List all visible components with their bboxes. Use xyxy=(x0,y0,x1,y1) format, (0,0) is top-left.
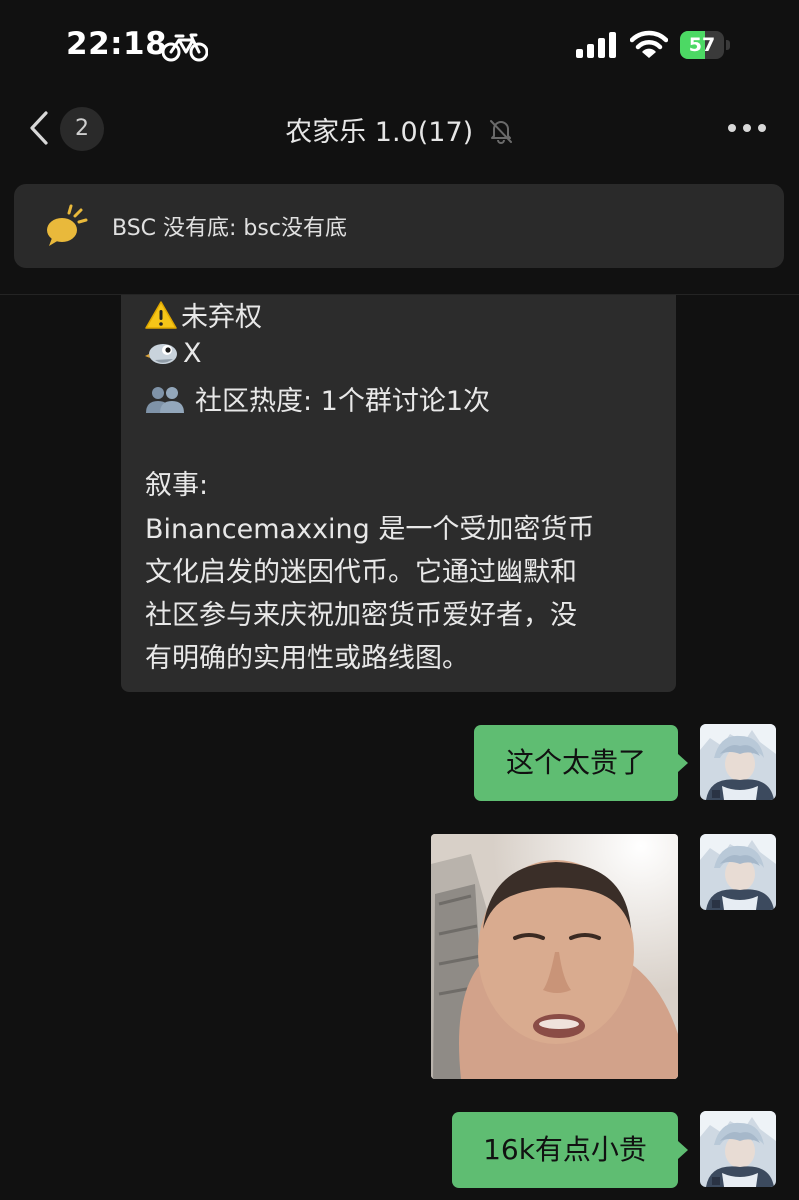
message-line: X xyxy=(145,338,202,369)
avatar-image xyxy=(700,724,776,800)
battery-level: 57 xyxy=(688,34,716,56)
pinned-message-bar[interactable]: BSC 没有底: bsc没有底 xyxy=(14,184,784,268)
avatar-image xyxy=(700,834,776,910)
avatar[interactable] xyxy=(700,834,776,910)
bubble-tail xyxy=(678,1141,688,1159)
message-line: 社区热度: 1个群讨论1次 xyxy=(145,379,490,418)
message-line: 叙事: xyxy=(145,470,209,501)
message-line: 未弃权 xyxy=(145,295,262,334)
message-line: Binancemaxxing 是一个受加密货币 xyxy=(145,514,595,545)
chat-header: 2 农家乐 1.0(17) xyxy=(0,92,799,168)
wifi-icon xyxy=(630,30,668,58)
bird-emoji xyxy=(145,344,177,364)
photo-image xyxy=(431,834,678,1079)
cellular-signal-icon xyxy=(576,32,616,58)
sent-message-bubble[interactable]: 16k有点小贵 xyxy=(452,1112,678,1188)
selfie-photo[interactable] xyxy=(431,834,678,1079)
pinned-message-text: BSC 没有底: bsc没有底 xyxy=(112,216,347,241)
status-bar: 22:18 57 xyxy=(0,0,799,92)
people-emoji xyxy=(146,387,184,413)
avatar-image xyxy=(700,1111,776,1187)
sent-message-bubble[interactable]: 这个太贵了 xyxy=(474,725,678,801)
battery-charging-icon: 57 xyxy=(680,31,732,59)
status-time: 22:18 xyxy=(66,26,168,62)
announcement-speaker-icon xyxy=(47,204,88,246)
avatar[interactable] xyxy=(700,724,776,800)
chat-title-text: 农家乐 1.0(17) xyxy=(285,117,474,148)
avatar[interactable] xyxy=(700,1111,776,1187)
bubble-tail xyxy=(678,754,688,772)
message-line: 文化启发的迷因代币。它通过幽默和 xyxy=(145,557,577,588)
more-dots-icon[interactable] xyxy=(726,122,768,134)
bicycle-icon xyxy=(162,33,208,62)
warning-emoji xyxy=(145,301,177,329)
chat-title[interactable]: 农家乐 1.0(17) xyxy=(0,110,799,149)
received-message-bubble[interactable]: 未弃权 X 社区热度: 1个群讨论1次 叙事: Binancemaxxing 是… xyxy=(121,295,676,692)
message-line: 社区参与来庆祝加密货币爱好者，没 xyxy=(145,600,577,631)
message-line: 有明确的实用性或路线图。 xyxy=(145,643,469,674)
mute-bell-icon xyxy=(489,120,512,144)
